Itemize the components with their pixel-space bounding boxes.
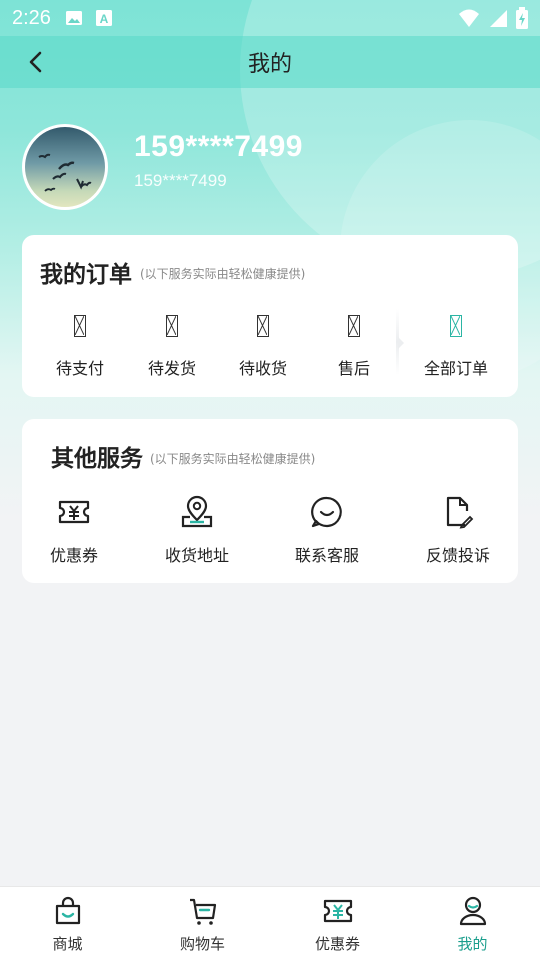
user-icon [459, 896, 486, 926]
tab-label: 购物车 [179, 935, 225, 953]
services-title: 其他服务 [51, 446, 143, 472]
order-label: 待发货 [147, 359, 196, 378]
orders-note: (以下服务实际由轻松健康提供) [140, 267, 306, 281]
order-label: 待收货 [238, 359, 287, 378]
order-item-pending-payment[interactable]: 待支付 [40, 315, 120, 379]
page-title: 我的 [247, 52, 292, 77]
tab-coupons[interactable]: 优惠券 [270, 887, 405, 960]
order-item-pending-shipment[interactable]: 待发货 [132, 315, 212, 379]
service-coupon[interactable]: 优惠券 [19, 495, 129, 566]
divider-arrow [398, 337, 404, 349]
missing-glyph-icon [348, 315, 360, 337]
location-icon [181, 495, 213, 528]
service-label: 收货地址 [164, 546, 229, 565]
missing-glyph-icon [74, 315, 86, 337]
services-note: (以下服务实际由轻松健康提供) [150, 452, 316, 466]
tab-label: 优惠券 [314, 935, 360, 953]
coupon-icon [323, 899, 352, 923]
coupon-icon [58, 500, 90, 524]
tab-mine[interactable]: 我的 [405, 887, 540, 960]
chevron-left-icon[interactable] [22, 48, 50, 76]
birds-image [38, 153, 92, 192]
orders-card: 我的订单 (以下服务实际由轻松健康提供) 待支付 待发货 待收货 售后 全部订单 [22, 235, 518, 397]
shop-bag-icon [55, 896, 80, 925]
services-card: 其他服务 (以下服务实际由轻松健康提供) 优惠券 收货地址 联系客服 反馈投诉 [22, 419, 518, 583]
cart-icon [189, 898, 216, 925]
service-label: 优惠券 [49, 546, 98, 565]
missing-glyph-icon [166, 315, 178, 337]
service-feedback[interactable]: 反馈投诉 [403, 495, 513, 566]
status-time: 2:26 [12, 6, 51, 29]
avatar[interactable] [22, 124, 108, 210]
battery-charging-icon [516, 7, 528, 29]
order-item-all-orders[interactable]: 全部订单 [416, 315, 496, 379]
font-a-icon: A [95, 10, 112, 26]
profile-name: 159****7499 [134, 130, 303, 163]
order-item-pending-receipt[interactable]: 待收货 [223, 315, 303, 379]
missing-glyph-icon [257, 315, 269, 337]
order-item-after-sales[interactable]: 售后 [314, 315, 394, 379]
order-label: 全部订单 [423, 359, 488, 378]
profile-section: 159****7499 159****7499 [22, 124, 522, 214]
wifi-icon [459, 9, 479, 27]
orders-title: 我的订单 [40, 262, 132, 288]
profile-phone: 159****7499 [134, 171, 227, 190]
status-bar: 2:26 A [0, 0, 540, 36]
service-address[interactable]: 收货地址 [142, 495, 252, 566]
service-customer-support[interactable]: 联系客服 [272, 495, 382, 566]
svg-text:A: A [100, 12, 109, 26]
order-label: 售后 [337, 359, 370, 378]
tab-label: 我的 [457, 935, 488, 953]
bottom-tab-bar: 商城 购物车 优惠券 我的 [0, 886, 540, 960]
chat-icon [311, 496, 342, 528]
missing-glyph-icon [450, 315, 462, 337]
service-label: 联系客服 [294, 546, 359, 565]
tab-mall[interactable]: 商城 [0, 887, 135, 960]
image-icon [65, 11, 82, 25]
feedback-icon [446, 496, 474, 529]
signal-icon [490, 10, 507, 27]
tab-label: 商城 [52, 935, 83, 953]
order-label: 待支付 [55, 359, 104, 378]
tab-cart[interactable]: 购物车 [135, 887, 270, 960]
service-label: 反馈投诉 [425, 546, 490, 565]
nav-bar: 我的 [0, 36, 540, 88]
